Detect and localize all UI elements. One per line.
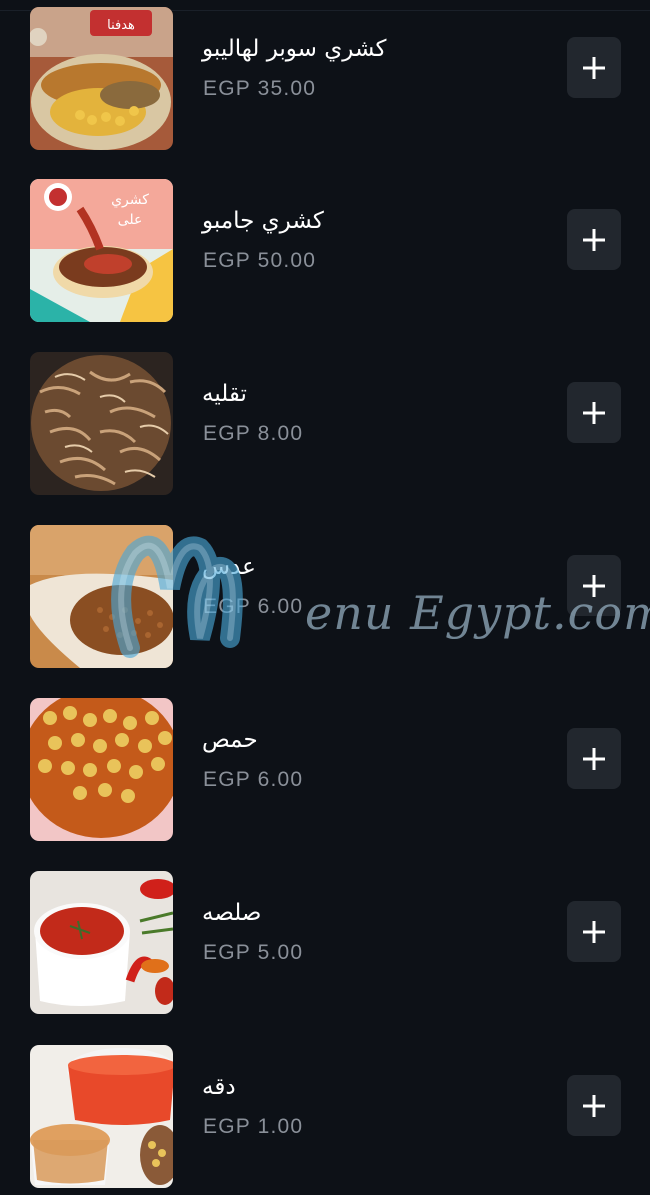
fried-onions-icon (30, 352, 173, 495)
chickpeas-icon (30, 698, 173, 841)
plus-icon (583, 229, 605, 251)
plus-icon (583, 575, 605, 597)
add-to-cart-button[interactable] (567, 37, 621, 98)
item-name: دقه (202, 1074, 236, 1100)
plus-icon (583, 1095, 605, 1117)
add-to-cart-button[interactable] (567, 728, 621, 789)
item-name: كشري جامبو (202, 208, 324, 234)
item-price: EGP 8.00 (203, 422, 304, 445)
add-to-cart-button[interactable] (567, 555, 621, 616)
tomato-sauce-icon (30, 871, 173, 1014)
item-price: EGP 35.00 (203, 77, 317, 100)
plus-icon (583, 921, 605, 943)
menu-item-lentils[interactable]: عدس EGP 6.00 (0, 525, 650, 675)
item-price: EGP 6.00 (203, 595, 304, 618)
item-name: تقليه (202, 381, 247, 407)
svg-text:على: على (118, 212, 143, 228)
item-name: كشري سوبر لهاليبو (202, 36, 387, 62)
add-to-cart-button[interactable] (567, 382, 621, 443)
item-price: EGP 5.00 (203, 941, 304, 964)
menu-item-koshary-jumbo[interactable]: كشري على كشري جامبو EGP 50.00 (0, 179, 650, 329)
item-price: EGP 50.00 (203, 249, 317, 272)
add-to-cart-button[interactable] (567, 901, 621, 962)
koshary-jumbo-icon: كشري على (30, 179, 173, 322)
menu-item-koshary-super[interactable]: هدفنا كشري سوبر لهاليبو EGP 35.00 (0, 7, 650, 157)
item-price: EGP 1.00 (203, 1115, 304, 1138)
item-price: EGP 6.00 (203, 768, 304, 791)
plus-icon (583, 748, 605, 770)
menu-item-tomato-sauce[interactable]: صلصه EGP 5.00 (0, 871, 650, 1021)
koshary-super-icon: هدفنا (30, 7, 173, 150)
menu-item-chickpeas[interactable]: حمص EGP 6.00 (0, 698, 650, 848)
menu-item-garlic-vinegar[interactable]: دقه EGP 1.00 (0, 1045, 650, 1195)
svg-text:هدفنا: هدفنا (107, 18, 135, 33)
item-name: حمص (202, 727, 258, 753)
add-to-cart-button[interactable] (567, 209, 621, 270)
plus-icon (583, 57, 605, 79)
svg-text:كشري: كشري (111, 192, 149, 208)
add-to-cart-button[interactable] (567, 1075, 621, 1136)
lentils-icon (30, 525, 173, 668)
menu-item-fried-onions[interactable]: تقليه EGP 8.00 (0, 352, 650, 502)
garlic-vinegar-icon (30, 1045, 173, 1188)
item-name: صلصه (202, 900, 262, 926)
item-name: عدس (202, 554, 256, 580)
plus-icon (583, 402, 605, 424)
